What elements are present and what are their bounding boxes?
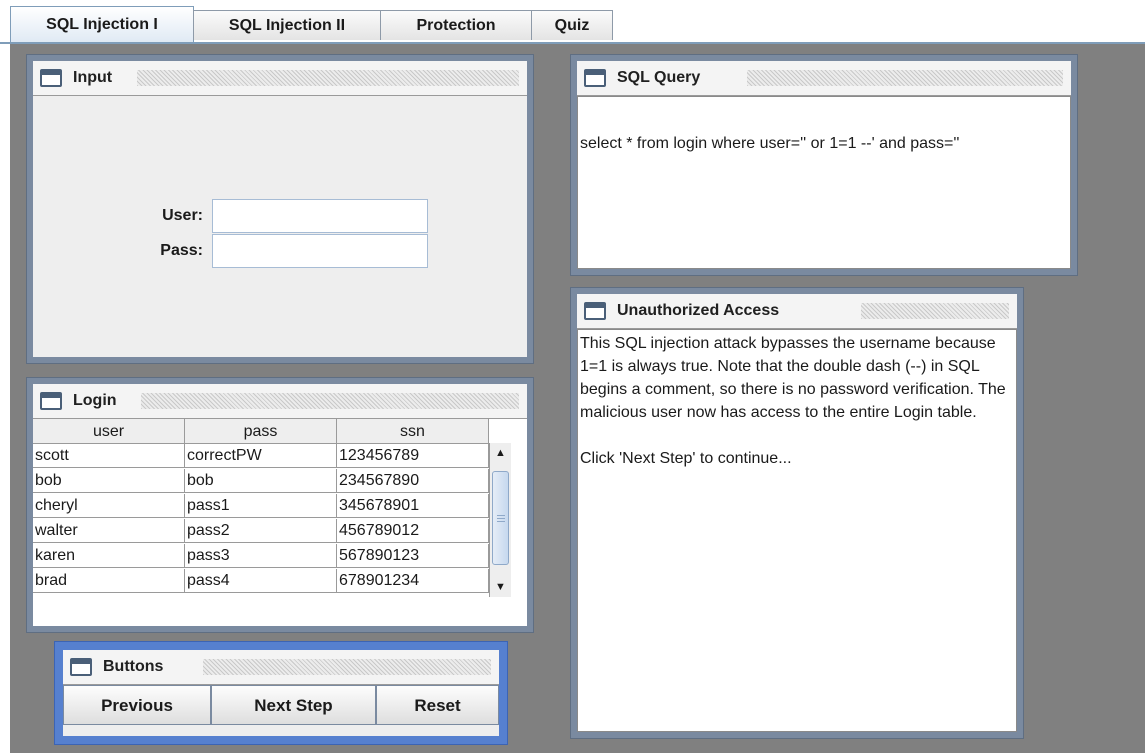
instruction-text: Click 'Next Step' to continue...: [580, 450, 792, 467]
titlebar-grip: [141, 393, 519, 409]
input-frame-titlebar[interactable]: Input: [33, 61, 527, 96]
titlebar-grip: [137, 70, 519, 86]
table-header: user pass ssn: [33, 419, 489, 444]
column-header-user[interactable]: user: [33, 419, 185, 443]
explanation-text-area[interactable]: This SQL injection attack bypasses the u…: [577, 329, 1017, 732]
cell-pass: correctPW: [185, 444, 337, 467]
explanation-text: This SQL injection attack bypasses the u…: [580, 335, 1006, 421]
cell-pass: pass1: [185, 494, 337, 517]
user-field[interactable]: [212, 199, 428, 233]
cell-pass: pass2: [185, 519, 337, 542]
reset-button[interactable]: Reset: [376, 685, 499, 725]
window-icon: [584, 302, 606, 320]
buttons-frame-title: Buttons: [103, 658, 164, 675]
window-icon: [70, 658, 92, 676]
cell-user: bob: [33, 469, 185, 492]
login-frame-title: Login: [73, 392, 117, 409]
cell-ssn: 567890123: [337, 544, 489, 567]
sql-query-frame-title: SQL Query: [617, 69, 701, 86]
buttons-frame-body: Previous Next Step Reset: [63, 685, 499, 736]
cell-ssn: 456789012: [337, 519, 489, 542]
titlebar-grip: [861, 303, 1009, 319]
cell-pass: bob: [185, 469, 337, 492]
cell-pass: pass4: [185, 569, 337, 592]
previous-button[interactable]: Previous: [63, 685, 211, 725]
pass-field[interactable]: [212, 234, 428, 268]
tab-bar: SQL Injection I SQL Injection II Protect…: [0, 0, 1145, 44]
user-label: User:: [162, 207, 203, 224]
column-header-ssn[interactable]: ssn: [337, 419, 489, 443]
input-frame-body: User: Pass:: [33, 96, 527, 357]
unauthorized-access-frame-titlebar[interactable]: Unauthorized Access: [577, 294, 1017, 329]
login-frame: Login user pass ssn scott correctPW 1234…: [26, 377, 534, 633]
cell-user: scott: [33, 444, 185, 467]
table-row[interactable]: walter pass2 456789012: [33, 519, 489, 543]
cell-ssn: 234567890: [337, 469, 489, 492]
cell-user: cheryl: [33, 494, 185, 517]
scrollbar-thumb[interactable]: [492, 471, 509, 565]
cell-pass: pass3: [185, 544, 337, 567]
desktop-pane: Input User: Pass: Login user pass ssn sc…: [10, 44, 1145, 753]
unauthorized-access-frame-body: This SQL injection attack bypasses the u…: [577, 329, 1017, 732]
sql-query-text[interactable]: select * from login where user='' or 1=1…: [577, 96, 1071, 269]
table-row[interactable]: scott correctPW 123456789: [33, 444, 489, 468]
next-step-button[interactable]: Next Step: [211, 685, 376, 725]
table-row[interactable]: bob bob 234567890: [33, 469, 489, 493]
table-row[interactable]: karen pass3 567890123: [33, 544, 489, 568]
cell-ssn: 678901234: [337, 569, 489, 592]
input-frame: Input User: Pass:: [26, 54, 534, 364]
cell-ssn: 345678901: [337, 494, 489, 517]
cell-ssn: 123456789: [337, 444, 489, 467]
tab-quiz[interactable]: Quiz: [531, 10, 613, 40]
titlebar-grip: [203, 659, 491, 675]
buttons-frame-titlebar[interactable]: Buttons: [63, 650, 499, 685]
tab-protection[interactable]: Protection: [380, 10, 532, 40]
arrow-down-icon[interactable]: ▼: [490, 577, 511, 597]
pass-label: Pass:: [160, 242, 203, 259]
titlebar-grip: [747, 70, 1063, 86]
sql-query-frame-titlebar[interactable]: SQL Query: [577, 61, 1071, 96]
cell-user: walter: [33, 519, 185, 542]
unauthorized-access-frame-title: Unauthorized Access: [617, 302, 780, 319]
tab-sql-injection-1[interactable]: SQL Injection I: [10, 6, 194, 43]
table-row[interactable]: brad pass4 678901234: [33, 569, 489, 593]
table-row[interactable]: cheryl pass1 345678901: [33, 494, 489, 518]
window-icon: [40, 392, 62, 410]
window-icon: [40, 69, 62, 87]
unauthorized-access-frame: Unauthorized Access This SQL injection a…: [570, 287, 1024, 739]
cell-user: karen: [33, 544, 185, 567]
arrow-up-icon[interactable]: ▲: [490, 443, 511, 463]
tab-sql-injection-2[interactable]: SQL Injection II: [193, 10, 381, 40]
window-icon: [584, 69, 606, 87]
input-frame-title: Input: [73, 69, 113, 86]
cell-user: brad: [33, 569, 185, 592]
table-scrollbar[interactable]: ▲ ▼: [489, 443, 511, 597]
sql-query-frame-body: select * from login where user='' or 1=1…: [577, 96, 1071, 269]
login-table-pane: user pass ssn scott correctPW 123456789 …: [33, 419, 527, 626]
sql-query-frame: SQL Query select * from login where user…: [570, 54, 1078, 276]
buttons-frame: Buttons Previous Next Step Reset: [54, 641, 508, 745]
login-frame-titlebar[interactable]: Login: [33, 384, 527, 419]
column-header-pass[interactable]: pass: [185, 419, 337, 443]
